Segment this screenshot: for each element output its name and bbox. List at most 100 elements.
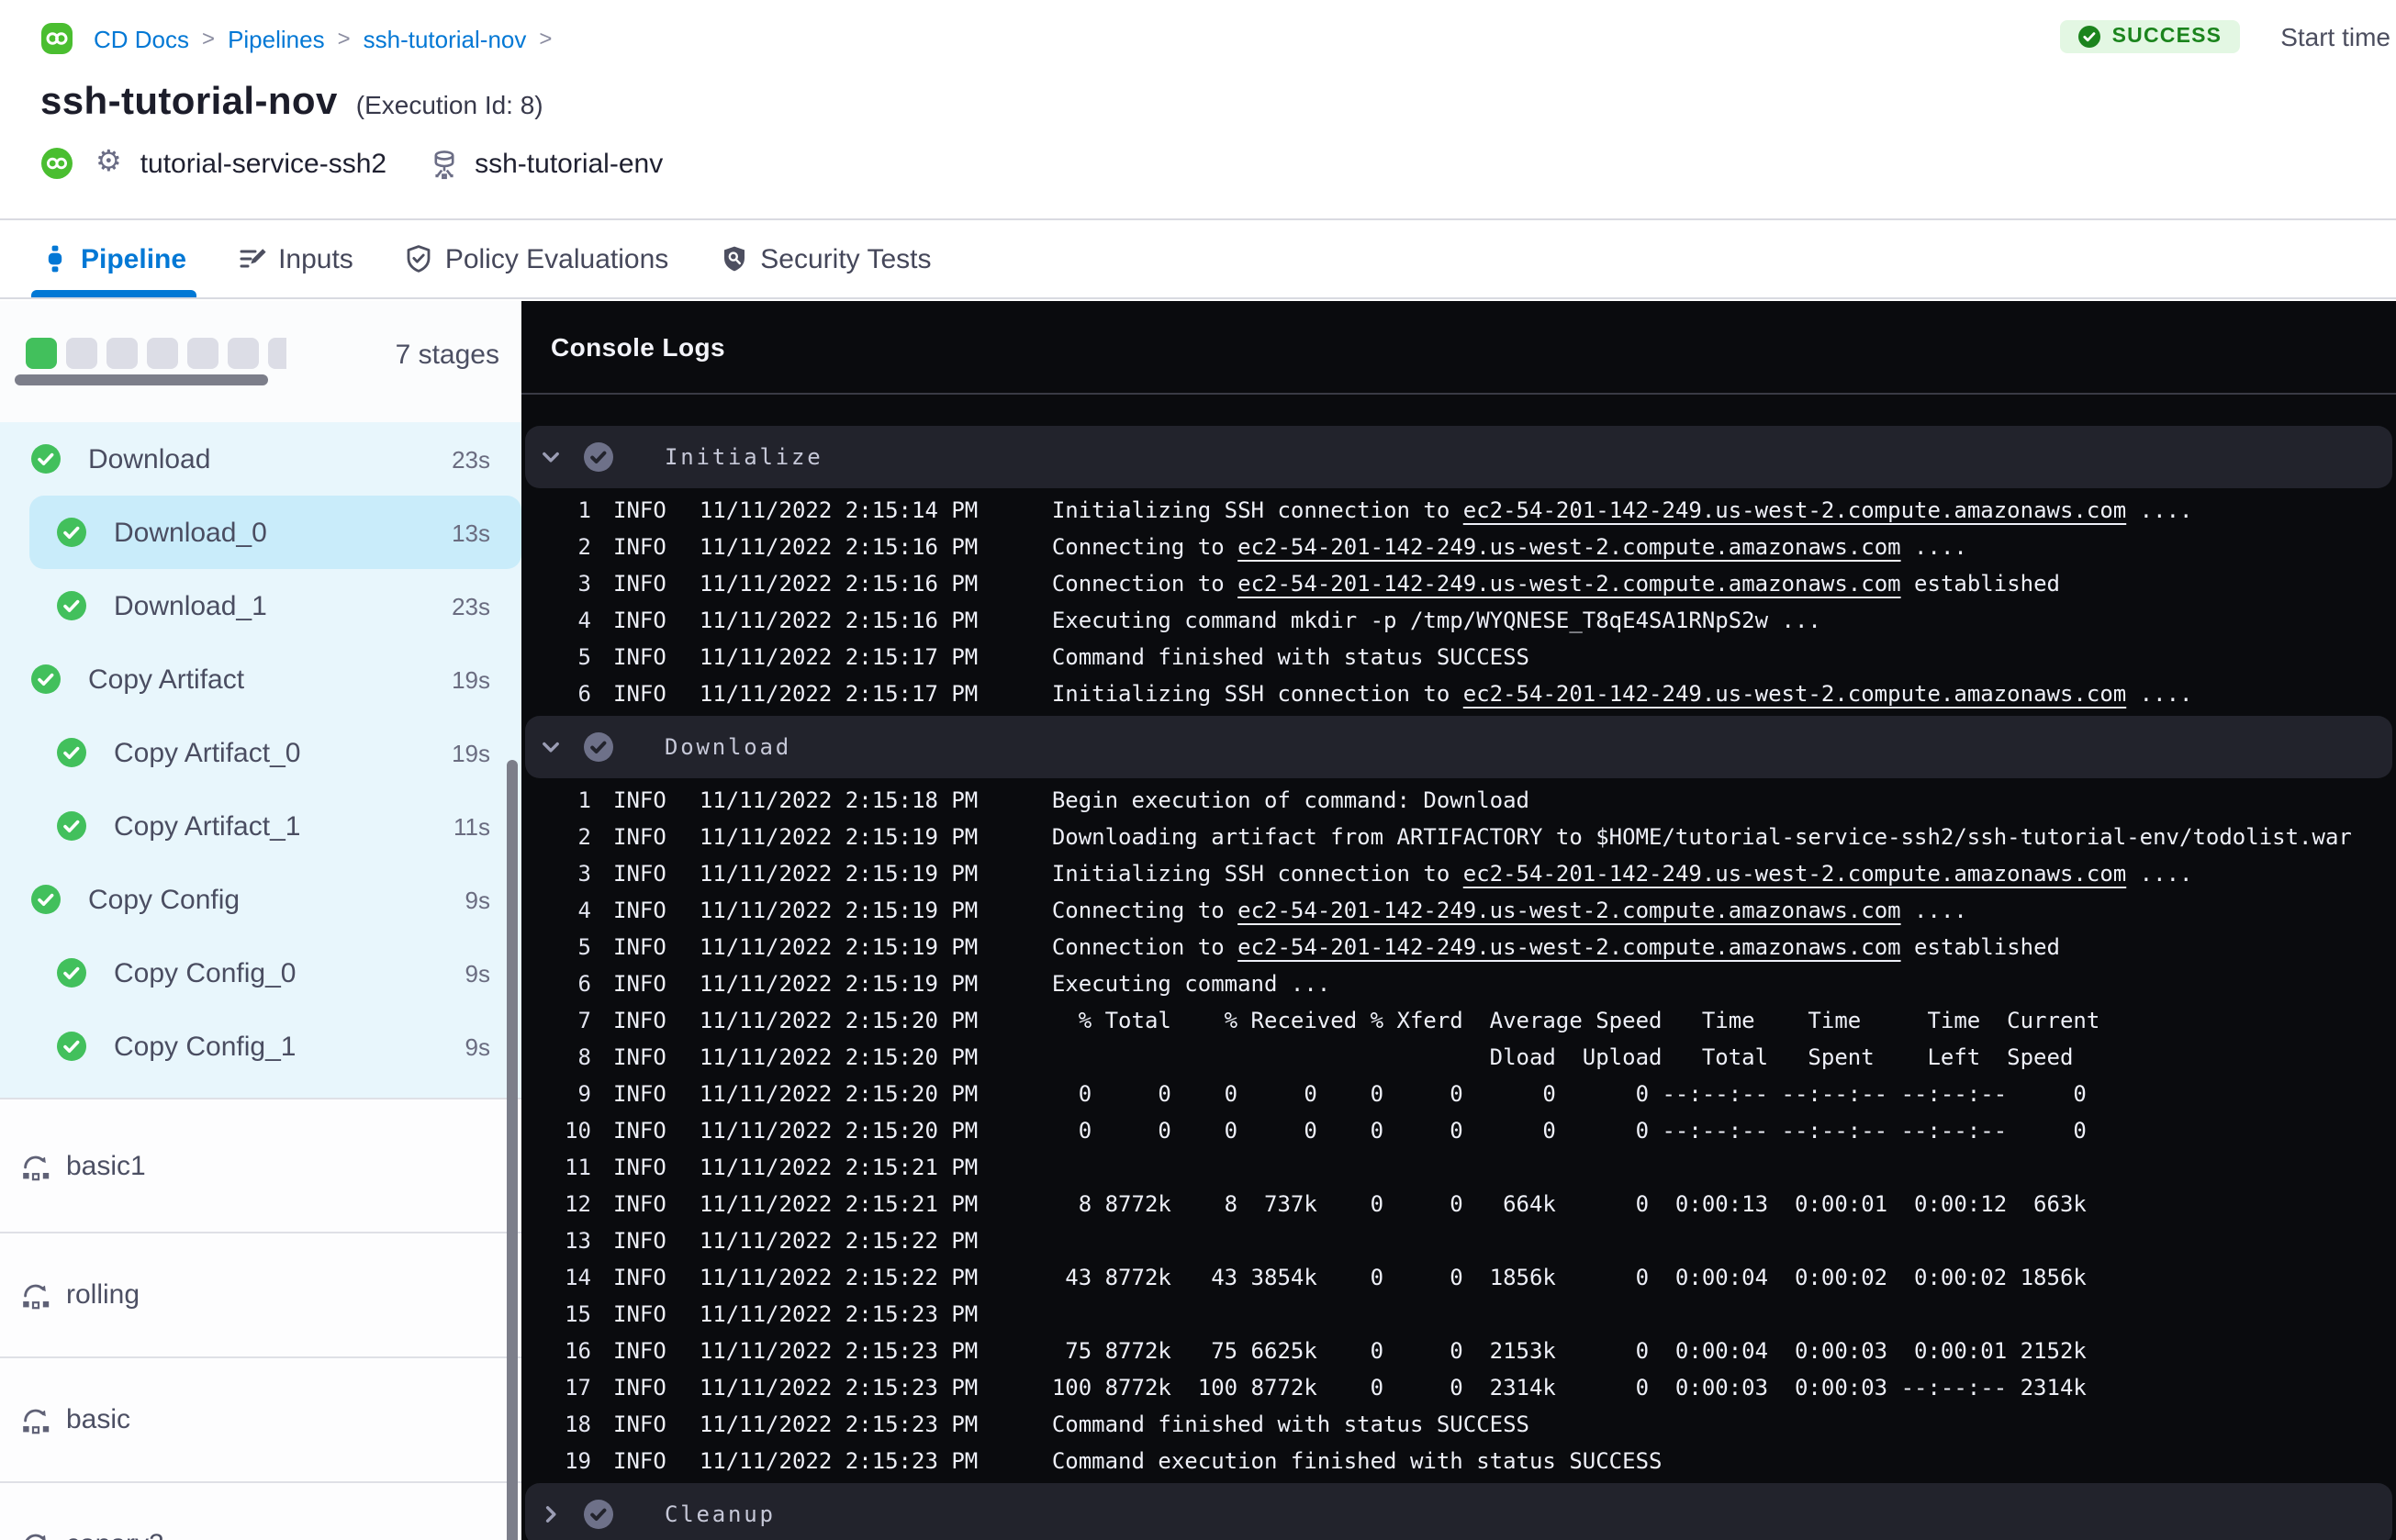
execution-item-rolling[interactable]: rolling xyxy=(0,1233,521,1358)
log-line: 1 INFO 11/11/2022 2:15:18 PM Begin executio… xyxy=(521,782,2396,819)
log-level: INFO xyxy=(613,608,666,633)
log-host-link[interactable]: ec2-54-201-142-249.us-west-2.compute.ama… xyxy=(1463,681,2126,707)
console-log-area[interactable]: Initialize 1 INFO 11/11/2022 2:15:14 PM Init… xyxy=(521,395,2396,1540)
stage-row-copy-artifact-1[interactable]: Copy Artifact_1 11s xyxy=(0,789,521,863)
log-message: 0 0 0 0 0 0 0 0 --:--:-- --:--:-- --:--:… xyxy=(1052,1118,2087,1144)
breadcrumb-link-pipelines[interactable]: Pipelines xyxy=(228,25,325,52)
stage-minimap: 7 stages xyxy=(0,301,521,422)
log-line: 4 INFO 11/11/2022 2:15:16 PM Executing comm… xyxy=(521,602,2396,639)
log-level: INFO xyxy=(613,1044,666,1070)
console-panel: Console Logs Initialize 1 INFO 11/11/2022 2… xyxy=(521,301,2396,1540)
execution-item-basic[interactable]: basic xyxy=(0,1358,521,1483)
log-message: Initializing SSH connection to ec2-54-20… xyxy=(1052,681,2193,707)
log-line: 8 INFO 11/11/2022 2:15:20 PM Dload Upload … xyxy=(521,1039,2396,1076)
log-text: 8 8772k 8 737k 0 0 664k 0 0:00:13 0:00:0… xyxy=(1051,1191,2087,1217)
log-level: INFO xyxy=(613,824,666,850)
log-line: 6 INFO 11/11/2022 2:15:17 PM Initializing S… xyxy=(521,675,2396,712)
log-message: Connection to ec2-54-201-142-249.us-west… xyxy=(1052,571,2060,597)
log-timestamp: 11/11/2022 2:15:19 PM xyxy=(699,898,979,923)
start-time-label[interactable]: Start time xyxy=(2280,22,2390,51)
stage-row-download-1[interactable]: Download_1 23s xyxy=(0,569,521,642)
stage-row-copy-artifact[interactable]: Copy Artifact 19s xyxy=(0,642,521,716)
log-section-cleanup[interactable]: Cleanup xyxy=(525,1483,2392,1540)
breadcrumb-separator: > xyxy=(337,26,351,51)
log-text: 0 0 0 0 0 0 0 0 --:--:-- --:--:-- --:--:… xyxy=(1051,1118,2087,1144)
meta-row: ⚙ tutorial-service-ssh2 ssh-tutorial-env xyxy=(40,145,663,182)
environment-name[interactable]: ssh-tutorial-env xyxy=(475,148,663,179)
sidebar-scrollbar[interactable] xyxy=(507,760,518,1540)
stage-duration: 11s xyxy=(453,812,490,840)
success-check-icon xyxy=(57,518,86,547)
log-section-download[interactable]: Download xyxy=(525,716,2392,778)
log-line: 9 INFO 11/11/2022 2:15:20 PM 0 0 0 0 0 0 0… xyxy=(521,1076,2396,1112)
log-line-number: 2 xyxy=(577,824,591,850)
execution-item-basic1[interactable]: basic1 xyxy=(0,1099,521,1233)
stage-row-copy-artifact-0[interactable]: Copy Artifact_0 19s xyxy=(0,716,521,789)
log-message: 100 8772k 100 8772k 0 0 2314k 0 0:00:03 … xyxy=(1052,1375,2087,1401)
log-message: 43 8772k 43 3854k 0 0 1856k 0 0:00:04 0:… xyxy=(1052,1265,2087,1290)
stage-row-copy-config[interactable]: Copy Config 9s xyxy=(0,863,521,936)
log-line-number: 12 xyxy=(565,1191,591,1217)
log-line: 10 INFO 11/11/2022 2:15:20 PM 0 0 0 0 0 0 … xyxy=(521,1112,2396,1149)
execution-list: basic1 rolling basic canary2 xyxy=(0,1098,521,1540)
chevron-right-icon xyxy=(540,1503,562,1525)
tab-security-tests[interactable]: Security Tests xyxy=(720,220,931,297)
log-timestamp: 11/11/2022 2:15:20 PM xyxy=(699,1044,979,1070)
pipeline-execution-page: CD Docs > Pipelines > ssh-tutorial-nov >… xyxy=(0,0,2396,1540)
breadcrumb-link-pipeline[interactable]: ssh-tutorial-nov xyxy=(364,25,527,52)
stages-count: 7 stages xyxy=(395,340,499,371)
log-line: 1 INFO 11/11/2022 2:15:14 PM Initializing S… xyxy=(521,492,2396,529)
service-name[interactable]: tutorial-service-ssh2 xyxy=(140,148,386,179)
execution-item-canary2[interactable]: canary2 xyxy=(0,1483,521,1540)
log-section-initialize[interactable]: Initialize xyxy=(525,426,2392,488)
stage-row-download-0[interactable]: Download_0 13s xyxy=(29,496,521,569)
log-text: Initializing SSH connection to xyxy=(1051,861,1463,887)
breadcrumb-link-project[interactable]: CD Docs xyxy=(94,25,189,52)
stage-row-copy-config-1[interactable]: Copy Config_1 9s xyxy=(0,1010,521,1083)
log-level: INFO xyxy=(613,1118,666,1144)
log-line-number: 8 xyxy=(577,1044,591,1070)
log-timestamp: 11/11/2022 2:15:14 PM xyxy=(699,497,979,523)
log-line-number: 19 xyxy=(565,1448,591,1474)
log-line-number: 7 xyxy=(577,1008,591,1033)
tab-inputs[interactable]: Inputs xyxy=(238,220,353,297)
log-text: 100 8772k 100 8772k 0 0 2314k 0 0:00:03 … xyxy=(1051,1375,2087,1401)
page-title: ssh-tutorial-nov xyxy=(40,81,338,123)
log-host-link[interactable]: ec2-54-201-142-249.us-west-2.compute.ama… xyxy=(1237,571,1900,597)
log-timestamp: 11/11/2022 2:15:22 PM xyxy=(699,1228,979,1254)
status-badge-label: SUCCESS xyxy=(2111,26,2222,48)
log-timestamp: 11/11/2022 2:15:17 PM xyxy=(699,644,979,670)
stage-row-download[interactable]: Download 23s xyxy=(0,422,521,496)
stage-square-completed xyxy=(26,338,57,369)
log-line: 5 INFO 11/11/2022 2:15:19 PM Connection to … xyxy=(521,929,2396,965)
inputs-icon xyxy=(238,244,267,273)
status-badge: SUCCESS xyxy=(2060,20,2241,53)
log-host-link[interactable]: ec2-54-201-142-249.us-west-2.compute.ama… xyxy=(1237,534,1900,560)
success-check-icon xyxy=(57,738,86,767)
stage-duration: 9s xyxy=(465,1032,490,1060)
log-text: Initializing SSH connection to xyxy=(1051,497,1463,523)
log-section-lines: 1 INFO 11/11/2022 2:15:18 PM Begin executio… xyxy=(521,782,2396,1479)
log-message: Command finished with status SUCCESS xyxy=(1052,1412,1529,1437)
log-line: 3 INFO 11/11/2022 2:15:16 PM Connection to … xyxy=(521,565,2396,602)
log-host-link[interactable]: ec2-54-201-142-249.us-west-2.compute.ama… xyxy=(1237,898,1900,923)
log-host-link[interactable]: ec2-54-201-142-249.us-west-2.compute.ama… xyxy=(1463,861,2126,887)
log-host-link[interactable]: ec2-54-201-142-249.us-west-2.compute.ama… xyxy=(1463,497,2126,523)
stage-square-pending xyxy=(187,338,218,369)
tab-policy-evaluations[interactable]: Policy Evaluations xyxy=(405,220,668,297)
log-text: Executing command mkdir -p /tmp/WYQNESE_… xyxy=(1051,608,1821,633)
execution-label: rolling xyxy=(66,1279,140,1311)
log-text: Dload Upload Total Spent Left Speed xyxy=(1051,1044,2074,1070)
pipeline-icon xyxy=(40,244,70,273)
log-level: INFO xyxy=(613,1265,666,1290)
log-level: INFO xyxy=(613,497,666,523)
log-line: 16 INFO 11/11/2022 2:15:23 PM 75 8772k 75 … xyxy=(521,1333,2396,1369)
log-message: Initializing SSH connection to ec2-54-20… xyxy=(1052,497,2193,523)
log-timestamp: 11/11/2022 2:15:23 PM xyxy=(699,1448,979,1474)
log-timestamp: 11/11/2022 2:15:19 PM xyxy=(699,861,979,887)
log-host-link[interactable]: ec2-54-201-142-249.us-west-2.compute.ama… xyxy=(1237,934,1900,960)
minimap-scrollbar[interactable] xyxy=(15,374,268,385)
stage-row-copy-config-0[interactable]: Copy Config_0 9s xyxy=(0,936,521,1010)
log-line-number: 11 xyxy=(565,1155,591,1180)
tab-pipeline[interactable]: Pipeline xyxy=(31,220,196,297)
